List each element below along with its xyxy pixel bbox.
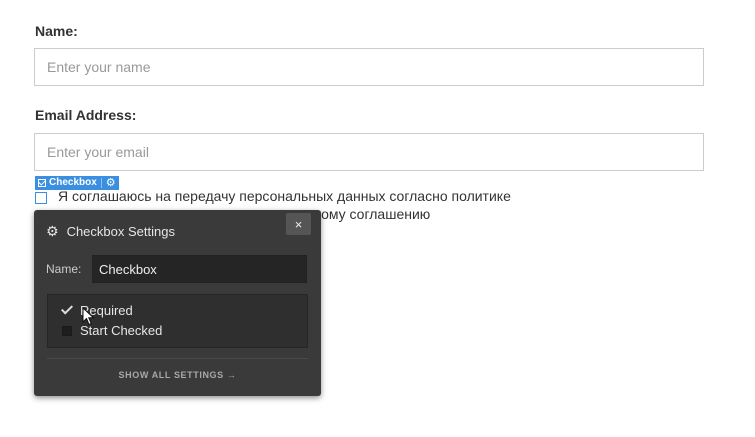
email-input[interactable] <box>34 133 704 171</box>
close-button[interactable]: × <box>286 213 311 235</box>
panel-divider <box>47 358 308 359</box>
name-field[interactable] <box>92 255 307 283</box>
agreement-line-1: Я соглашаюсь на передачу персональных да… <box>58 188 511 204</box>
email-label: Email Address: <box>35 107 137 123</box>
show-all-settings-link[interactable]: SHOW ALL SETTINGS → <box>34 370 321 380</box>
required-option[interactable]: Required <box>62 303 133 318</box>
start-checked-option[interactable]: Start Checked <box>62 323 162 338</box>
name-label: Name: <box>35 23 78 39</box>
start-checked-checkbox[interactable] <box>62 325 72 336</box>
checkbox-icon <box>38 179 46 187</box>
name-input[interactable] <box>34 48 704 86</box>
agreement-checkbox[interactable] <box>35 192 47 204</box>
panel-header: ⚙ Checkbox Settings <box>46 220 175 242</box>
required-checkbox[interactable] <box>62 306 72 316</box>
mouse-pointer-icon <box>82 307 95 326</box>
gear-icon: ⚙ <box>46 222 59 239</box>
checkbox-settings-panel: × ⚙ Checkbox Settings Name: Required Sta… <box>34 210 321 396</box>
panel-title: Checkbox Settings <box>66 223 175 239</box>
name-field-label: Name: <box>46 262 82 276</box>
